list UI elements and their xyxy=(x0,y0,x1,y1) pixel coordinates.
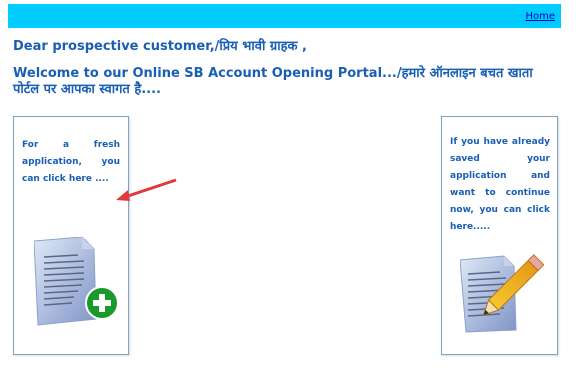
top-bar: Home xyxy=(8,4,561,28)
continue-application-card[interactable]: If you have already saved your applicati… xyxy=(441,116,558,355)
fresh-application-card[interactable]: For a fresh application, you can click h… xyxy=(13,116,129,355)
edit-document-icon[interactable] xyxy=(459,242,550,334)
home-link[interactable]: Home xyxy=(525,11,555,22)
new-document-icon[interactable] xyxy=(33,236,120,333)
welcome-text: Welcome to our Online SB Account Opening… xyxy=(13,66,533,97)
fresh-application-text[interactable]: For a fresh application, you can click h… xyxy=(22,137,120,188)
pointer-arrow-icon xyxy=(116,178,177,201)
continue-application-text[interactable]: If you have already saved your applicati… xyxy=(450,134,550,236)
greeting-text: Dear prospective customer,/प्रिय भावी ग्… xyxy=(13,39,307,54)
